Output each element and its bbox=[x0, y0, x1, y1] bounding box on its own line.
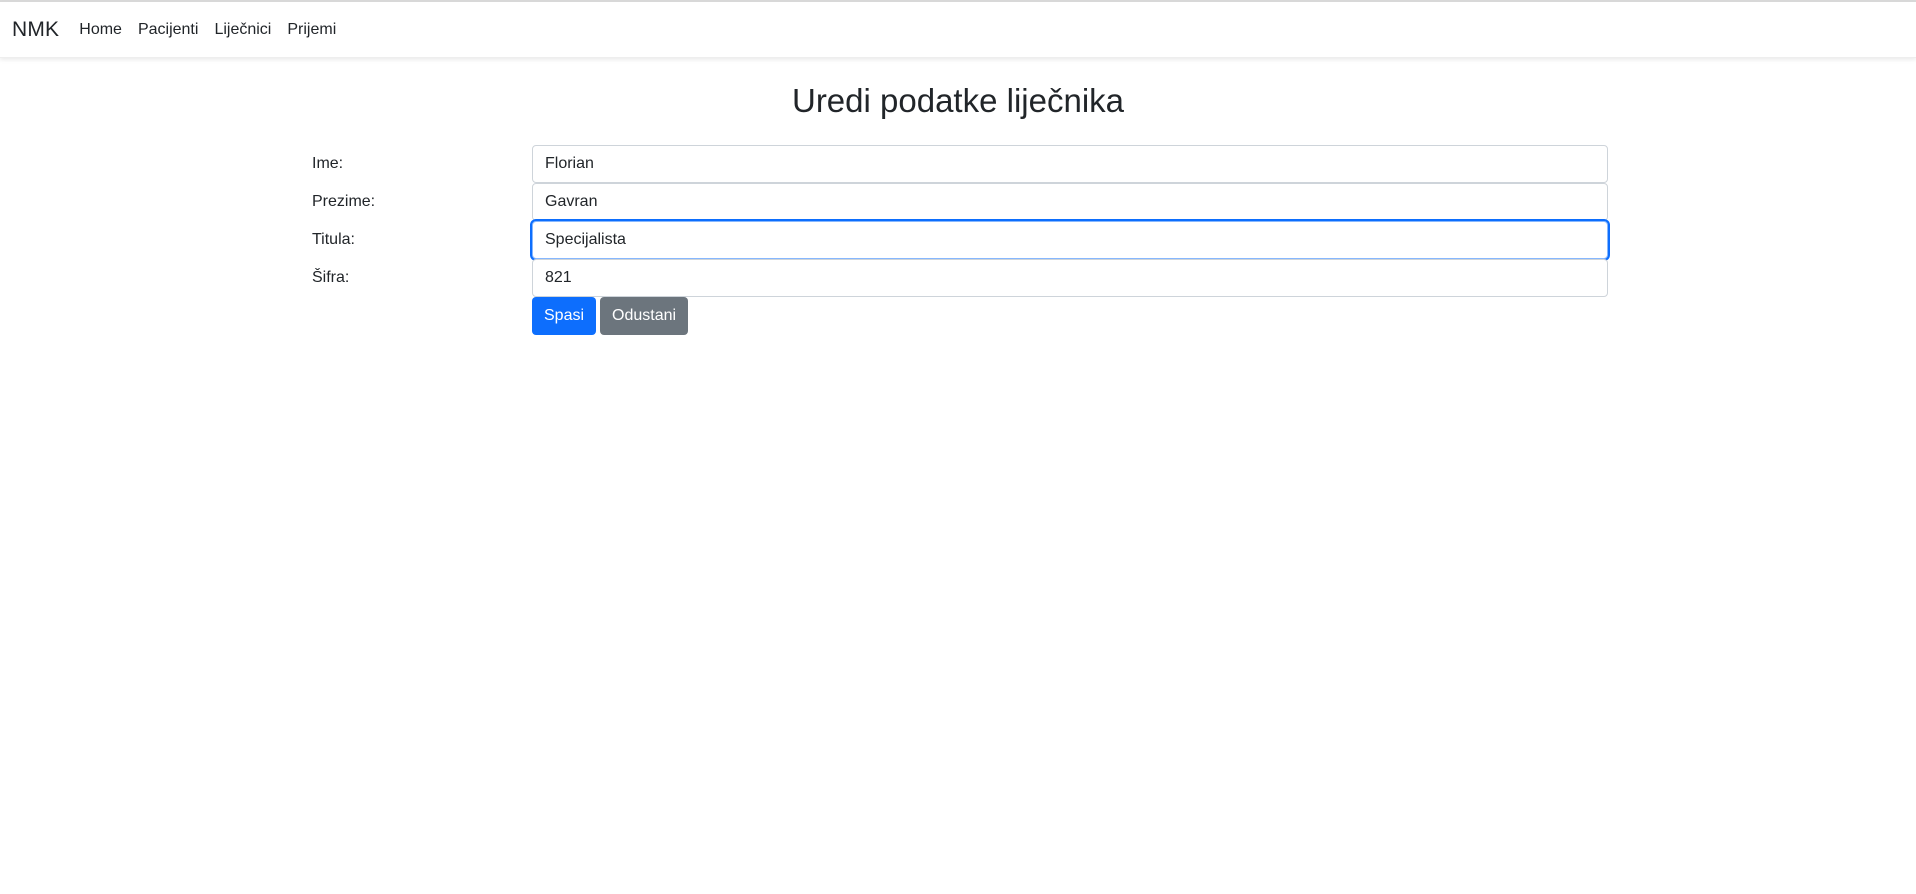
cancel-button[interactable]: Odustani bbox=[600, 297, 689, 335]
sifra-label: Šifra: bbox=[312, 269, 350, 286]
nav-link-lijecnici[interactable]: Liječnici bbox=[206, 21, 279, 39]
nav-links: Home Pacijenti Liječnici Prijemi bbox=[71, 21, 344, 39]
sifra-input[interactable] bbox=[532, 259, 1608, 297]
navbar: NMK Home Pacijenti Liječnici Prijemi bbox=[0, 2, 1916, 58]
ime-input[interactable] bbox=[532, 145, 1608, 183]
form-row-prezime: Prezime: bbox=[312, 183, 1608, 221]
titula-input[interactable] bbox=[532, 221, 1608, 259]
navbar-brand[interactable]: NMK bbox=[12, 18, 59, 42]
ime-label: Ime: bbox=[312, 155, 344, 172]
form-actions: Spasi Odustani bbox=[532, 297, 1608, 335]
form-row-sifra: Šifra: bbox=[312, 259, 1608, 297]
prezime-input[interactable] bbox=[532, 183, 1608, 221]
nav-link-prijemi[interactable]: Prijemi bbox=[279, 21, 344, 39]
nav-link-pacijenti[interactable]: Pacijenti bbox=[130, 21, 206, 39]
nav-link-home[interactable]: Home bbox=[71, 21, 130, 39]
prezime-label: Prezime: bbox=[312, 193, 376, 210]
form-row-ime: Ime: bbox=[312, 145, 1608, 183]
edit-doctor-form: Ime: Prezime: Titula: Šifra: Spasi Odust… bbox=[312, 145, 1608, 335]
save-button[interactable]: Spasi bbox=[532, 297, 597, 335]
form-row-titula: Titula: bbox=[312, 221, 1608, 259]
page-title: Uredi podatke liječnika bbox=[791, 82, 1124, 119]
titula-label: Titula: bbox=[312, 231, 355, 248]
